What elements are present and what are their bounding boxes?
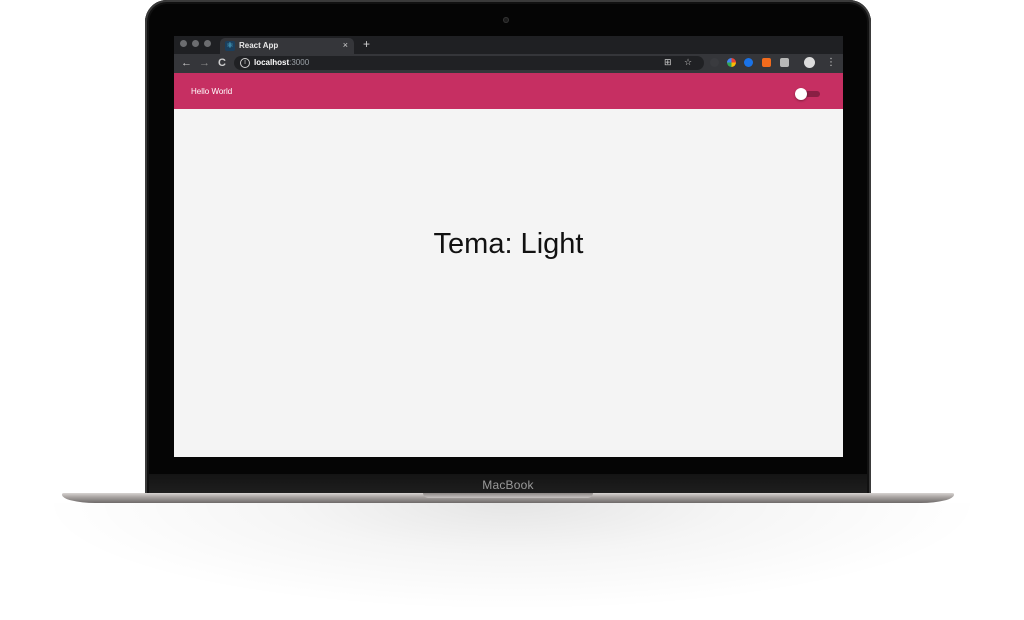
laptop-shadow	[0, 503, 1024, 620]
tab-title: React App	[239, 41, 279, 50]
minimize-window-button[interactable]	[192, 40, 199, 47]
maximize-window-button[interactable]	[204, 40, 211, 47]
app-title: Hello World	[191, 87, 233, 96]
app-header: Hello World	[174, 73, 843, 109]
info-icon[interactable]: i	[240, 58, 250, 68]
react-icon: ⚛	[225, 41, 235, 51]
theme-label: Tema: Light	[433, 228, 584, 260]
tab-bar: ⚛ React App × +	[174, 36, 843, 54]
extension-icon[interactable]	[762, 58, 771, 67]
new-tab-button[interactable]: +	[363, 37, 370, 51]
camera-extension-icon[interactable]	[780, 58, 789, 67]
extension-icon[interactable]	[744, 58, 753, 67]
forward-button[interactable]: →	[199, 56, 210, 70]
star-icon[interactable]: ☆	[684, 57, 692, 68]
address-bar[interactable]: i localhost:3000 ⊞ ☆	[234, 56, 704, 70]
laptop-notch	[423, 493, 593, 498]
url-port: :3000	[289, 58, 310, 67]
browser-tab[interactable]: ⚛ React App ×	[220, 38, 354, 54]
url-text: localhost:3000	[254, 58, 309, 67]
url-host: localhost	[254, 58, 290, 67]
browser-toolbar: ← → C i localhost:3000 ⊞ ☆ ⋮	[174, 54, 843, 73]
extension-icon[interactable]	[710, 58, 719, 67]
theme-switch[interactable]	[795, 88, 807, 100]
avatar[interactable]	[804, 57, 815, 68]
kebab-menu-icon[interactable]: ⋮	[826, 56, 836, 70]
back-button[interactable]: ←	[181, 56, 192, 70]
reload-button[interactable]: C	[218, 56, 226, 70]
laptop-brand: MacBook	[482, 478, 534, 492]
close-window-button[interactable]	[180, 40, 187, 47]
close-tab-icon[interactable]: ×	[343, 40, 348, 50]
camera-icon	[503, 17, 509, 23]
window-controls	[180, 40, 211, 47]
extension-icon[interactable]	[727, 58, 736, 67]
browser-window: ⚛ React App × + ← → C i localhost:3000 ⊞…	[174, 36, 843, 457]
translate-icon[interactable]: ⊞	[664, 57, 672, 68]
